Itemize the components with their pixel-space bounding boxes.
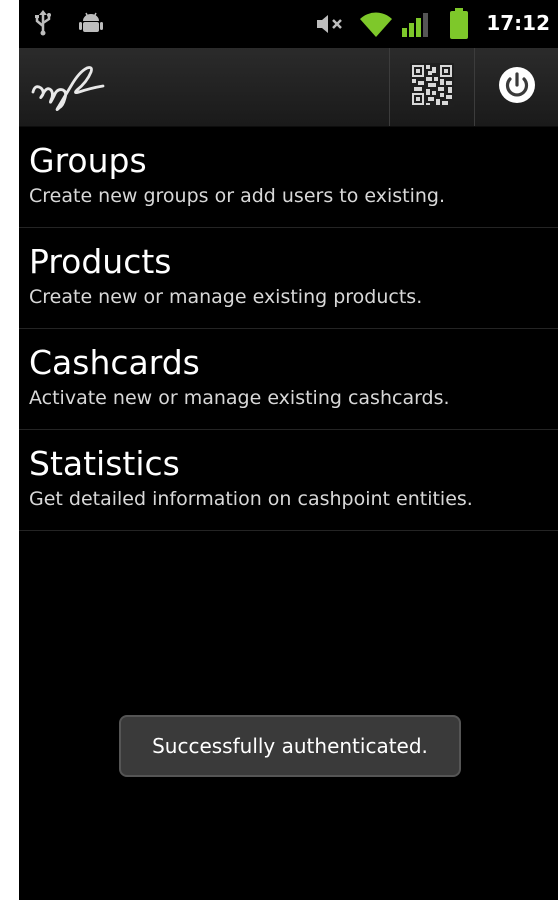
phone-screen: 17:12 Groups Create new groups or add us…: [19, 0, 558, 900]
power-button[interactable]: [475, 48, 558, 126]
menu-item-groups[interactable]: Groups Create new groups or add users to…: [19, 127, 558, 228]
usb-icon: [33, 10, 53, 40]
menu-item-statistics[interactable]: Statistics Get detailed information on c…: [19, 430, 558, 531]
qr-code-button[interactable]: [390, 48, 474, 126]
app-logo[interactable]: [29, 56, 109, 116]
status-time: 17:12: [486, 11, 550, 35]
menu-item-subtitle: Activate new or manage existing cashcard…: [29, 387, 450, 409]
signal-icon: [401, 12, 429, 42]
toast-message: Successfully authenticated.: [119, 715, 461, 777]
menu-item-title: Cashcards: [29, 343, 200, 382]
menu-item-subtitle: Get detailed information on cashpoint en…: [29, 488, 473, 510]
android-debug-icon: [79, 12, 103, 38]
qr-code-icon: [410, 63, 454, 111]
menu-item-title: Groups: [29, 141, 147, 180]
menu-item-subtitle: Create new or manage existing products.: [29, 286, 423, 308]
action-bar: [19, 48, 558, 127]
menu-item-cashcards[interactable]: Cashcards Activate new or manage existin…: [19, 329, 558, 430]
wifi-icon: [359, 10, 393, 42]
menu-list: Groups Create new groups or add users to…: [19, 127, 558, 531]
status-bar: 17:12: [19, 0, 558, 48]
menu-item-products[interactable]: Products Create new or manage existing p…: [19, 228, 558, 329]
menu-item-title: Products: [29, 242, 172, 281]
muted-volume-icon: [315, 13, 345, 39]
battery-icon: [449, 8, 469, 44]
power-icon: [497, 65, 537, 109]
menu-item-subtitle: Create new groups or add users to existi…: [29, 185, 446, 207]
menu-item-title: Statistics: [29, 444, 180, 483]
